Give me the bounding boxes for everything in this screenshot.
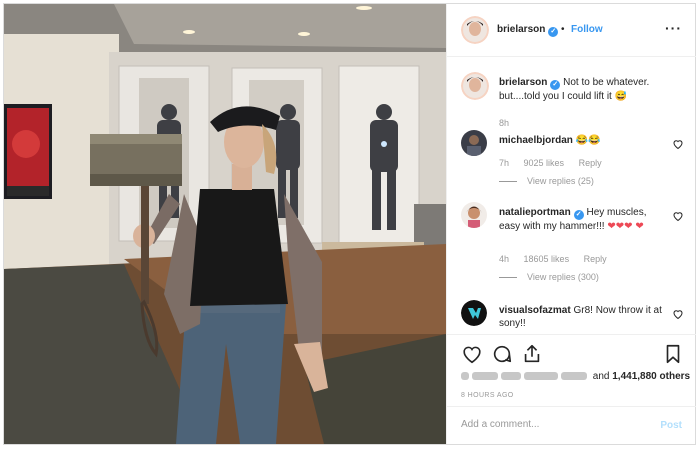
instagram-post: brielarson ✓ • Follow ··· brielarson ✓ N… (3, 3, 696, 445)
likes-summary[interactable]: and 1,441,880 others (461, 371, 690, 382)
add-comment-bar: Post (447, 406, 696, 444)
replies-line (499, 277, 517, 279)
liker-name-blurred (501, 372, 521, 381)
verified-badge-icon: ✓ (548, 27, 559, 37)
liker-name-blurred (472, 372, 498, 381)
caption-time[interactable]: 8h (499, 118, 509, 128)
comments-list[interactable]: brielarson ✓ Not to be whatever. but....t… (447, 58, 696, 334)
profile-picture (461, 16, 489, 44)
share-icon[interactable] (521, 343, 543, 365)
comment-item: natalieportman ✓ Hey muscles, easy with m… (461, 202, 686, 284)
reply-button[interactable]: Reply (584, 254, 607, 264)
avatar[interactable] (461, 130, 487, 156)
replies-line (499, 181, 517, 183)
comment-body: visualsofazmat Gr8! Now throw it at sony… (499, 304, 669, 330)
comment-body: michaelbjordan 😂😂 (499, 134, 669, 147)
comment-time[interactable]: 7h (499, 158, 509, 168)
post-actions: and 1,441,880 others 8 HOURS AGO (447, 334, 696, 406)
follow-button[interactable]: Follow (571, 24, 603, 35)
caption-meta: 8h (499, 118, 521, 128)
post-comment-button[interactable]: Post (660, 420, 682, 431)
view-replies-label[interactable]: View replies (300) (527, 272, 599, 282)
liker-name-blurred (524, 372, 558, 381)
avatar[interactable] (461, 300, 487, 326)
heart-icon[interactable] (461, 343, 483, 365)
bookmark-icon[interactable] (662, 343, 684, 365)
post-side-panel: brielarson ✓ • Follow ··· brielarson ✓ N… (446, 4, 696, 444)
comment-item: visualsofazmat Gr8! Now throw it at sony… (461, 300, 686, 334)
reply-button[interactable]: Reply (579, 158, 602, 168)
verified-badge-icon: ✓ (573, 210, 584, 220)
more-options-icon[interactable]: ··· (665, 20, 682, 36)
comment-like-heart-icon[interactable] (672, 138, 684, 150)
likes-prefix: and (592, 371, 610, 382)
post-photo-image (4, 4, 446, 444)
verified-badge-icon: ✓ (550, 80, 561, 90)
comment-meta: 4h 18605 likes Reply (499, 254, 619, 264)
avatar[interactable] (461, 72, 489, 100)
comment-item: michaelbjordan 😂😂 7h 9025 likes Reply Vi… (461, 130, 686, 190)
comment-likes[interactable]: 18605 likes (524, 254, 570, 264)
comment-username[interactable]: visualsofazmat (499, 305, 571, 316)
comment-icon[interactable] (491, 343, 513, 365)
profile-picture (461, 130, 487, 156)
comment-time[interactable]: 4h (499, 254, 509, 264)
comment-text: 😂😂 (575, 135, 601, 146)
profile-picture (461, 202, 487, 228)
profile-picture (461, 300, 487, 326)
post-timestamp[interactable]: 8 HOURS AGO (461, 392, 514, 399)
avatar[interactable] (461, 16, 489, 44)
author-username-text[interactable]: brielarson (497, 24, 545, 35)
post-header: brielarson ✓ • Follow ··· (447, 4, 696, 57)
comment-username-text[interactable]: natalieportman (499, 207, 571, 218)
avatar[interactable] (461, 202, 487, 228)
view-replies-label[interactable]: View replies (25) (527, 176, 594, 186)
caption-username[interactable]: brielarson ✓ (499, 77, 561, 90)
comment-body: natalieportman ✓ Hey muscles, easy with m… (499, 206, 669, 233)
liker-name-blurred (561, 372, 587, 381)
post-photo[interactable] (4, 4, 446, 444)
separator-dot: • (561, 24, 565, 35)
comment-meta: 7h 9025 likes Reply (499, 158, 614, 168)
comment-likes[interactable]: 9025 likes (524, 158, 565, 168)
caption-body: brielarson ✓ Not to be whatever. but....t… (499, 76, 669, 103)
caption-username-text[interactable]: brielarson (499, 77, 547, 88)
profile-picture (461, 72, 489, 100)
view-replies[interactable]: View replies (25) (499, 176, 594, 186)
comment-like-heart-icon[interactable] (672, 308, 684, 320)
view-replies[interactable]: View replies (300) (499, 272, 599, 282)
comment-username[interactable]: natalieportman ✓ (499, 207, 584, 220)
comment-like-heart-icon[interactable] (672, 210, 684, 222)
comment-username[interactable]: michaelbjordan (499, 135, 573, 146)
author-username[interactable]: brielarson ✓ (497, 24, 559, 37)
liker-avatar-blurred (461, 372, 469, 381)
likes-count[interactable]: 1,441,880 others (612, 371, 690, 382)
post-caption: brielarson ✓ Not to be whatever. but....t… (461, 72, 686, 136)
add-comment-input[interactable] (461, 419, 651, 430)
